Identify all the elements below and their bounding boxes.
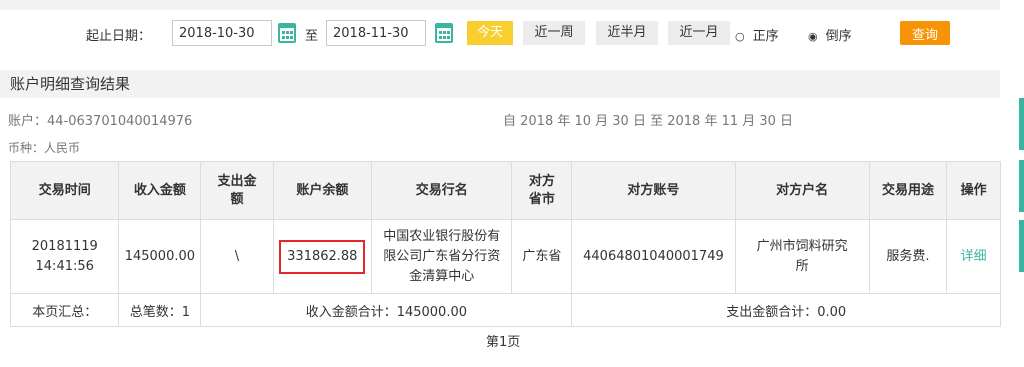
counter-account-cell: 44064801040001749 (571, 219, 736, 294)
end-date-input[interactable] (326, 20, 426, 46)
balance-highlight: 331862.88 (279, 239, 366, 274)
today-button[interactable]: 今天 (467, 21, 513, 45)
last-week-button[interactable]: 近一周 (523, 21, 585, 45)
column-header: 交易行名 (371, 161, 513, 220)
account-number: 账户：44-063701040014976 (8, 114, 193, 129)
ascending-radio[interactable]: ○ 正序 (735, 25, 779, 44)
table-row: 20181119 14:41:56 145000.00 \ 331862.88 … (9, 219, 1001, 294)
start-date-input[interactable] (172, 20, 272, 46)
summary-label: 本页汇总： (9, 293, 120, 327)
purpose-cell: 服务费. (868, 219, 948, 294)
bank-name-cell: 中国农业银行股份有限公司广东省分行资金清算中心 (371, 219, 513, 294)
summary-income-total: 收入金额合计：145000.00 (200, 293, 573, 327)
transactions-table: 交易时间 收入金额 支出金额 账户余额 交易行名 对方省市 对方账号 对方户名 … (9, 161, 1001, 327)
transaction-date: 20181119 (31, 238, 98, 254)
to-label: 至 (305, 29, 319, 44)
province-cell: 广东省 (511, 219, 573, 294)
descending-radio[interactable]: ◉ 倒序 (808, 25, 852, 44)
income-cell: 145000.00 (118, 219, 202, 294)
transaction-clock: 14:41:56 (35, 258, 94, 274)
balance-cell: 331862.88 (272, 219, 373, 294)
side-tab[interactable] (1019, 98, 1024, 150)
side-tab[interactable] (1019, 160, 1024, 212)
last-month-button[interactable]: 近一月 (668, 21, 730, 45)
transaction-time-cell: 20181119 14:41:56 (9, 219, 120, 294)
radio-selected-icon: ◉ (808, 30, 818, 43)
search-button[interactable]: 查询 (900, 21, 950, 45)
summary-row: 本页汇总： 总笔数：1 收入金额合计：145000.00 支出金额合计：0.00 (9, 293, 1001, 327)
descending-label: 倒序 (825, 29, 852, 44)
date-range-text: 自 2018 年 10 月 30 日 至 2018 年 11 月 30 日 (503, 114, 794, 129)
counter-name-cell: 广州市饲料研究所 (734, 219, 870, 294)
page-number: 第1页 (486, 335, 521, 350)
column-header: 对方户名 (734, 161, 870, 220)
column-header: 支出金额 (200, 161, 274, 220)
column-header: 交易时间 (9, 161, 120, 220)
calendar-icon[interactable] (278, 23, 296, 43)
column-header: 对方省市 (511, 161, 573, 220)
currency-label: 币种：人民币 (8, 141, 81, 155)
action-cell: 详细 (946, 219, 1001, 294)
section-title: 账户明细查询结果 (0, 70, 1000, 98)
summary-count: 总笔数：1 (118, 293, 202, 327)
detail-link[interactable]: 详细 (961, 249, 987, 264)
summary-expense-total: 支出金额合计：0.00 (571, 293, 1001, 327)
column-header: 操作 (946, 161, 1001, 220)
column-header: 账户余额 (272, 161, 373, 220)
calendar-icon[interactable] (435, 23, 453, 43)
expense-cell: \ (200, 219, 274, 294)
table-header-row: 交易时间 收入金额 支出金额 账户余额 交易行名 对方省市 对方账号 对方户名 … (9, 161, 1001, 220)
column-header: 对方账号 (571, 161, 736, 220)
ascending-label: 正序 (752, 29, 779, 44)
top-bar (0, 0, 1000, 10)
last-half-month-button[interactable]: 近半月 (596, 21, 658, 45)
column-header: 交易用途 (868, 161, 948, 220)
column-header: 收入金额 (118, 161, 202, 220)
filter-bar: 起止日期： 至 今天 近一周 近半月 近一月 ○ 正序 ◉ 倒序 查询 (0, 16, 1024, 50)
date-range-label: 起止日期： (86, 29, 152, 44)
radio-empty-icon: ○ (735, 30, 745, 43)
side-tab[interactable] (1019, 220, 1024, 272)
